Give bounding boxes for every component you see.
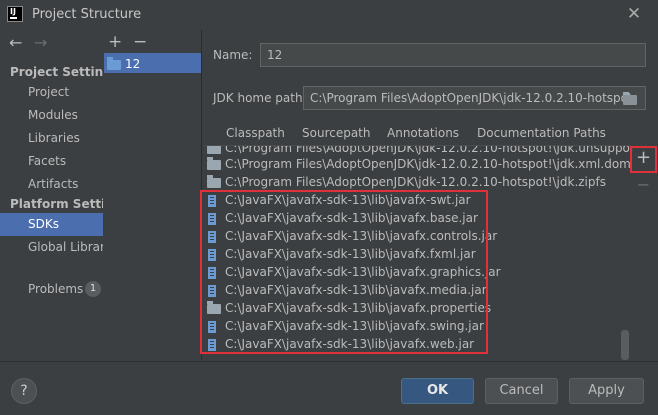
nav-item-problems[interactable]: Problems (28, 282, 83, 296)
sdk-list-panel (103, 30, 202, 360)
platform-settings-header: Platform Settings (10, 197, 103, 211)
nav-item-sdks[interactable]: SDKs (28, 217, 59, 231)
tab-documentation-paths[interactable]: Documentation Paths (477, 126, 606, 140)
ok-button[interactable]: OK (401, 378, 474, 404)
remove-sdk-button[interactable]: − (133, 32, 147, 52)
browse-folder-icon[interactable] (623, 92, 637, 105)
nav-item-libraries[interactable]: Libraries (28, 131, 80, 145)
sdk-list-item-label: 12 (125, 57, 141, 71)
nav-item-modules[interactable]: Modules (28, 108, 78, 122)
remove-classpath-button[interactable]: − (634, 175, 653, 194)
javafx-jars-highlight (200, 190, 488, 354)
nav-item-project[interactable]: Project (28, 85, 69, 99)
window-title: Project Structure (32, 7, 142, 22)
folder-icon (207, 175, 221, 188)
tab-annotations[interactable]: Annotations (387, 126, 459, 140)
problems-count-badge: 1 (85, 281, 101, 297)
folder-icon (207, 146, 221, 154)
tab-classpath[interactable]: Classpath (226, 126, 285, 140)
jdk-home-path-field[interactable] (303, 86, 646, 110)
settings-nav (0, 30, 104, 360)
tab-sourcepath[interactable]: Sourcepath (302, 126, 371, 140)
jdk-home-path-label: JDK home path: (213, 91, 307, 105)
intellij-logo-icon (7, 6, 23, 22)
classpath-scrollbar[interactable] (621, 330, 629, 360)
cancel-button[interactable]: Cancel (485, 378, 558, 404)
title-bar: Project Structure ✕ (0, 0, 658, 30)
nav-item-facets[interactable]: Facets (28, 154, 66, 168)
name-field[interactable] (260, 43, 646, 67)
nav-item-artifacts[interactable]: Artifacts (28, 177, 78, 191)
add-sdk-button[interactable]: + (108, 32, 122, 52)
classpath-row[interactable]: C:\Program Files\AdoptOpenJDK\jdk-12.0.2… (203, 156, 631, 174)
name-label: Name: (213, 48, 253, 62)
nav-item-global-libraries[interactable]: Global Libraries (28, 240, 103, 254)
forward-arrow-icon[interactable]: → (34, 34, 47, 52)
footer-divider (0, 361, 658, 362)
sdk-folder-icon (107, 57, 121, 70)
apply-button[interactable]: Apply (569, 378, 644, 404)
folder-icon (207, 157, 221, 170)
back-arrow-icon[interactable]: ← (9, 34, 22, 52)
help-button[interactable]: ? (11, 378, 37, 404)
close-icon[interactable]: ✕ (625, 4, 643, 24)
add-classpath-button[interactable]: + (634, 148, 653, 168)
